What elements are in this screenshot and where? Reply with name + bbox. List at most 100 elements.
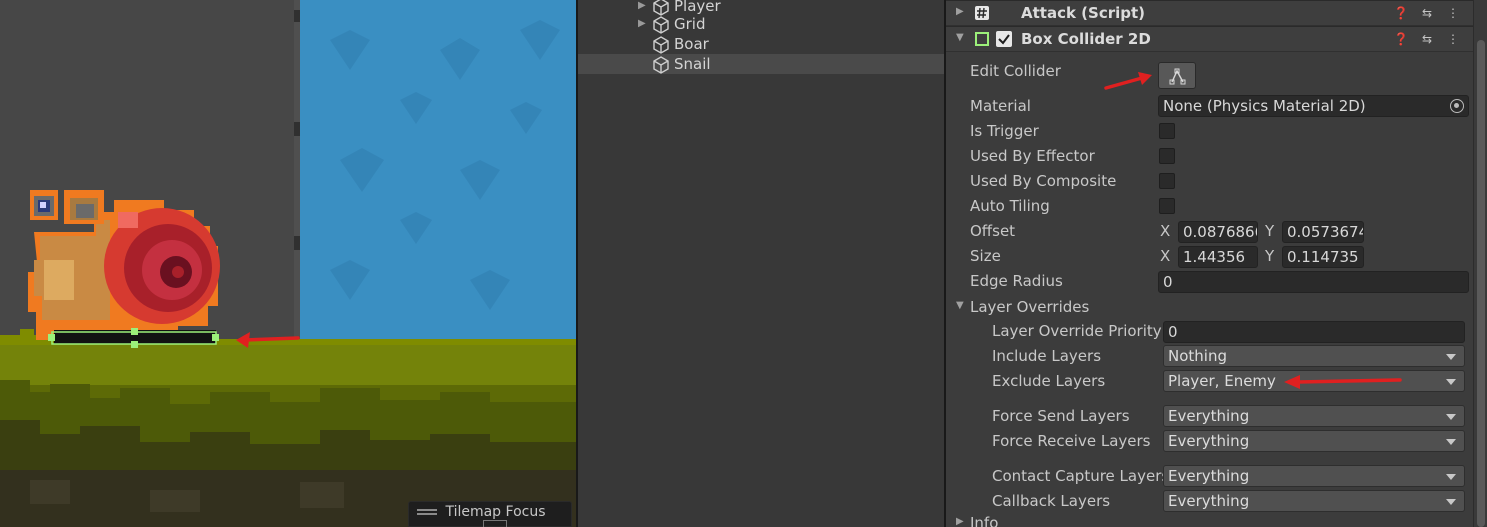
- tilemap-focus-label: Tilemap Focus: [445, 504, 546, 520]
- inspector-scrollbar[interactable]: [1473, 0, 1487, 527]
- tilemap-focus-overlay[interactable]: Tilemap Focus: [408, 501, 572, 527]
- component-header-box-collider[interactable]: ▼ Box Collider 2D ❓ ⇆ ⋮: [946, 26, 1473, 52]
- size-row: Size X 1.44356 Y 0.114735: [946, 245, 1473, 268]
- edit-collider-label: Edit Collider: [970, 62, 1061, 80]
- is-trigger-checkbox[interactable]: [1159, 123, 1175, 139]
- offset-label: Offset: [970, 222, 1016, 240]
- material-row: Material None (Physics Material 2D): [946, 95, 1473, 117]
- snail-sprite[interactable]: [28, 190, 220, 344]
- callback-layers-dropdown[interactable]: Everything: [1163, 490, 1465, 512]
- force-send-layers-dropdown[interactable]: Everything: [1163, 405, 1465, 427]
- component-title: Attack (Script): [1021, 4, 1146, 22]
- contact-capture-layers-dropdown[interactable]: Everything: [1163, 465, 1465, 487]
- auto-tiling-checkbox[interactable]: [1159, 198, 1175, 214]
- drag-handle-icon[interactable]: [417, 507, 437, 517]
- offset-y-axis-label[interactable]: Y: [1265, 222, 1274, 240]
- size-y-axis-label[interactable]: Y: [1265, 247, 1274, 265]
- force-send-layers-row: Force Send Layers Everything: [946, 405, 1473, 427]
- force-send-layers-label: Force Send Layers: [992, 407, 1130, 425]
- include-layers-dropdown[interactable]: Nothing: [1163, 345, 1465, 367]
- scene-view[interactable]: Tilemap Focus: [0, 0, 576, 527]
- edit-collider-icon: [1169, 68, 1186, 85]
- used-by-effector-label: Used By Effector: [970, 147, 1095, 165]
- edit-collider-button[interactable]: [1158, 62, 1196, 89]
- used-by-composite-label: Used By Composite: [970, 172, 1117, 190]
- force-receive-layers-row: Force Receive Layers Everything: [946, 430, 1473, 452]
- gameobject-cube-icon: [653, 56, 669, 74]
- size-x-field[interactable]: 1.44356: [1178, 246, 1258, 268]
- auto-tiling-row: Auto Tiling: [946, 195, 1473, 217]
- offset-y-field[interactable]: 0.0573674: [1282, 221, 1364, 243]
- script-hash-icon: [975, 6, 989, 20]
- layer-override-priority-field[interactable]: 0: [1163, 321, 1465, 343]
- contact-capture-layers-label: Contact Capture Layers: [992, 467, 1170, 485]
- callback-layers-row: Callback Layers Everything: [946, 490, 1473, 512]
- force-receive-layers-value: Everything: [1168, 432, 1250, 450]
- annotation-arrow-edit-collider: [1104, 72, 1152, 90]
- collapse-arrow-icon[interactable]: ▼: [956, 300, 964, 311]
- expand-arrow-icon[interactable]: ▶: [956, 516, 964, 527]
- expand-arrow-icon[interactable]: ▶: [638, 14, 646, 34]
- expand-arrow-icon[interactable]: ▶: [956, 6, 964, 17]
- hierarchy-item-label: Grid: [674, 15, 706, 33]
- tilemap-focus-dropdown[interactable]: [483, 520, 507, 527]
- used-by-effector-row: Used By Effector: [946, 145, 1473, 167]
- offset-row: Offset X 0.0876866 Y 0.0573674: [946, 220, 1473, 243]
- exclude-layers-label: Exclude Layers: [992, 372, 1106, 390]
- is-trigger-label: Is Trigger: [970, 122, 1039, 140]
- callback-layers-value: Everything: [1168, 492, 1250, 510]
- hierarchy-item-label: Boar: [674, 35, 709, 53]
- help-icon[interactable]: ❓: [1393, 32, 1409, 46]
- more-menu-icon[interactable]: ⋮: [1445, 6, 1461, 20]
- hierarchy-item-snail[interactable]: Snail: [578, 54, 944, 74]
- auto-tiling-label: Auto Tiling: [970, 197, 1050, 215]
- size-x-axis-label[interactable]: X: [1160, 247, 1170, 265]
- dropdown-caret-icon: [1446, 414, 1456, 420]
- help-icon[interactable]: ❓: [1393, 6, 1409, 20]
- dropdown-caret-icon: [1446, 354, 1456, 360]
- include-layers-label: Include Layers: [992, 347, 1102, 365]
- enabled-checkbox[interactable]: [996, 31, 1012, 47]
- gameobject-cube-icon: [653, 16, 669, 34]
- preset-icon[interactable]: ⇆: [1419, 6, 1435, 20]
- component-header-attack[interactable]: ▶ Attack (Script) ❓ ⇆ ⋮: [946, 0, 1473, 26]
- scrollbar-thumb[interactable]: [1477, 40, 1485, 527]
- edge-radius-row: Edge Radius 0: [946, 270, 1473, 293]
- exclude-layers-value: Player, Enemy: [1168, 372, 1276, 390]
- layer-override-priority-label[interactable]: Layer Override Priority: [992, 322, 1162, 340]
- box-collider-icon: [975, 32, 989, 46]
- offset-x-field[interactable]: 0.0876866: [1178, 221, 1258, 243]
- force-send-layers-value: Everything: [1168, 407, 1250, 425]
- edge-radius-label[interactable]: Edge Radius: [970, 272, 1063, 290]
- include-layers-value: Nothing: [1168, 347, 1227, 365]
- used-by-composite-row: Used By Composite: [946, 170, 1473, 192]
- size-y-field[interactable]: 0.114735: [1282, 246, 1364, 268]
- hierarchy-item-boar[interactable]: Boar: [578, 34, 944, 54]
- used-by-effector-checkbox[interactable]: [1159, 148, 1175, 164]
- callback-layers-label: Callback Layers: [992, 492, 1111, 510]
- component-title: Box Collider 2D: [1021, 30, 1151, 48]
- material-field[interactable]: None (Physics Material 2D): [1158, 95, 1469, 117]
- collapse-arrow-icon[interactable]: ▼: [956, 32, 964, 43]
- hierarchy-item-label: Snail: [674, 55, 711, 73]
- dropdown-caret-icon: [1446, 379, 1456, 385]
- preset-icon[interactable]: ⇆: [1419, 32, 1435, 46]
- material-label: Material: [970, 97, 1031, 115]
- info-foldout[interactable]: ▶ Info: [946, 514, 1473, 527]
- dropdown-caret-icon: [1446, 439, 1456, 445]
- layer-overrides-foldout[interactable]: ▼ Layer Overrides: [946, 296, 1473, 318]
- hierarchy-item-grid[interactable]: ▶ Grid: [578, 14, 944, 34]
- offset-x-axis-label[interactable]: X: [1160, 222, 1170, 240]
- inspector-panel: ▶ Attack (Script) ❓ ⇆ ⋮ ▼ Box Collider 2…: [946, 0, 1487, 527]
- edge-radius-field[interactable]: 0: [1158, 271, 1469, 293]
- scene-canvas[interactable]: [0, 0, 576, 527]
- object-picker-icon[interactable]: [1450, 99, 1464, 113]
- is-trigger-row: Is Trigger: [946, 120, 1473, 142]
- used-by-composite-checkbox[interactable]: [1159, 173, 1175, 189]
- contact-capture-layers-row: Contact Capture Layers Everything: [946, 465, 1473, 487]
- material-value: None (Physics Material 2D): [1163, 97, 1366, 115]
- force-receive-layers-dropdown[interactable]: Everything: [1163, 430, 1465, 452]
- info-label: Info: [970, 514, 999, 527]
- layer-overrides-label: Layer Overrides: [970, 298, 1090, 316]
- more-menu-icon[interactable]: ⋮: [1445, 32, 1461, 46]
